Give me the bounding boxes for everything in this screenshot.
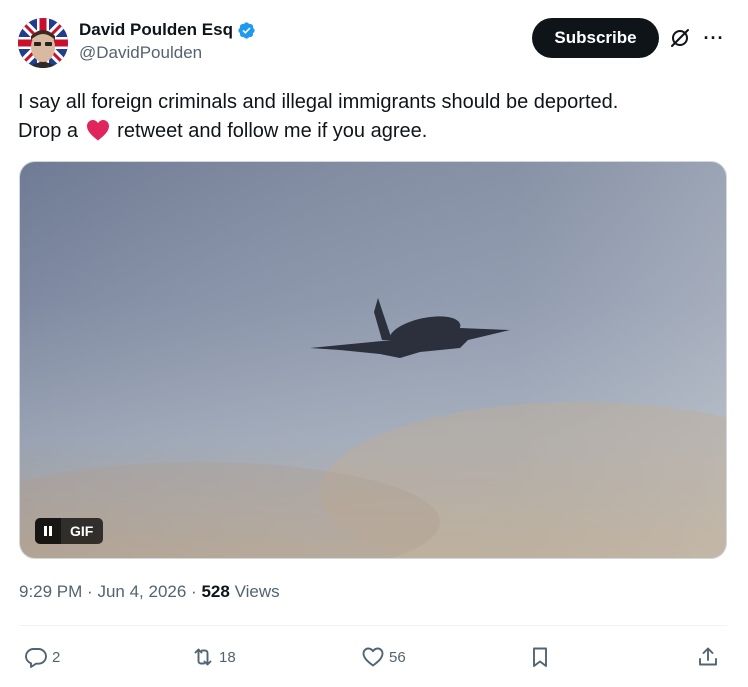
tweet-text-line-2: Drop a retweet and follow me if you agre… — [18, 117, 718, 146]
bookmark-icon — [533, 647, 547, 667]
like-count: 56 — [389, 648, 406, 666]
tweet-text: I say all foreign criminals and illegal … — [18, 88, 718, 146]
views-label: Views — [234, 582, 280, 601]
heart-icon — [362, 647, 384, 667]
grok-icon[interactable] — [668, 26, 692, 50]
tweet-text-line-1: I say all foreign criminals and illegal … — [18, 91, 619, 113]
author-avatar[interactable] — [18, 18, 68, 68]
tweet-text-after-emoji: retweet and follow me if you agree. — [117, 120, 428, 142]
heart-emoji-icon — [86, 120, 109, 141]
display-name-row: David Poulden Esq — [79, 20, 256, 40]
bookmark-button[interactable] — [528, 640, 552, 674]
divider — [19, 625, 727, 626]
author-display-name[interactable]: David Poulden Esq — [79, 20, 233, 40]
author-handle[interactable]: @DavidPoulden — [79, 43, 256, 63]
tweet-media-gif[interactable]: GIF — [19, 161, 727, 559]
like-button[interactable]: 56 — [361, 640, 406, 674]
tweet-meta: 9:29 PM · Jun 4, 2026 · 528 Views — [19, 582, 280, 602]
share-button[interactable] — [696, 640, 720, 674]
pause-icon[interactable] — [35, 518, 61, 544]
views-count: 528 — [201, 582, 230, 601]
tweet-date[interactable]: Jun 4, 2026 — [97, 582, 186, 601]
reply-icon — [25, 648, 47, 668]
repost-icon — [194, 648, 212, 666]
gif-badge[interactable]: GIF — [35, 518, 104, 544]
author-names: David Poulden Esq @DavidPoulden — [79, 20, 256, 63]
tweet-time[interactable]: 9:29 PM — [19, 582, 82, 601]
more-icon[interactable]: ··· — [702, 26, 726, 50]
repost-button[interactable]: 18 — [191, 640, 236, 674]
share-icon — [699, 647, 717, 666]
gif-label: GIF — [70, 523, 94, 539]
meta-separator: · — [87, 582, 93, 601]
tweet-text-before-emoji: Drop a — [18, 120, 79, 142]
union-flag-avatar-icon — [18, 18, 68, 68]
subscribe-button[interactable]: Subscribe — [532, 18, 659, 58]
airplane-in-sky-image — [20, 162, 726, 558]
action-bar: 2 18 56 — [19, 640, 727, 674]
verified-badge-icon[interactable] — [237, 21, 256, 40]
repost-count: 18 — [219, 648, 236, 666]
tweet-header: David Poulden Esq @DavidPoulden Subscrib… — [18, 16, 730, 70]
reply-count: 2 — [52, 648, 61, 666]
meta-separator: · — [191, 582, 197, 601]
reply-button[interactable]: 2 — [24, 640, 60, 674]
